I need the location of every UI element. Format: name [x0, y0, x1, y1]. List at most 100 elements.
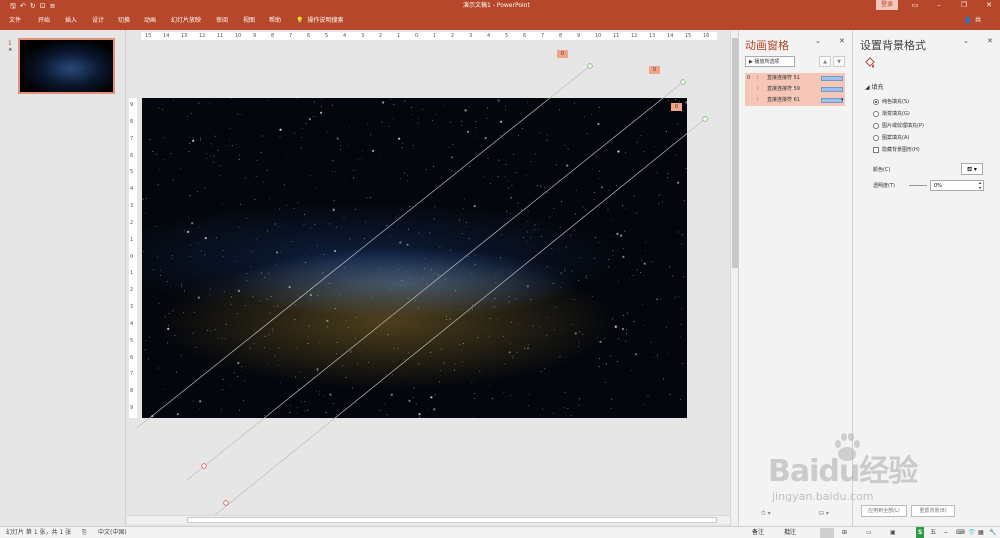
ribbon-display-icon[interactable]: ▭ — [906, 0, 924, 11]
transparency-input[interactable]: 0% ▴ ▾ — [930, 180, 984, 191]
transparency-slider[interactable] — [909, 185, 927, 186]
move-down-button[interactable]: ▼ — [833, 56, 845, 67]
hide-background-graphics-option[interactable]: 隐藏背景图形(H) — [873, 146, 920, 153]
ime-icon[interactable]: S — [916, 527, 925, 538]
tab-slideshow[interactable]: 幻灯片放映 — [171, 12, 201, 30]
connector-handle-start[interactable] — [702, 116, 708, 122]
radio-button[interactable] — [873, 122, 879, 129]
language-indicator[interactable]: 中文(中国) — [98, 527, 127, 538]
star — [237, 313, 239, 315]
animation-order-tag[interactable]: 0 — [649, 66, 660, 74]
connector-handle-end[interactable] — [201, 463, 207, 469]
tab-home[interactable]: 开始 — [38, 12, 50, 30]
play-selected-button[interactable]: ▶ 播放所选项 — [745, 56, 795, 67]
radio-button[interactable] — [873, 110, 879, 117]
star — [544, 368, 546, 370]
ruler-tick-label: 11 — [217, 33, 224, 39]
vertical-scrollbar[interactable] — [730, 30, 738, 526]
tab-view[interactable]: 视图 — [243, 12, 255, 30]
star — [512, 357, 514, 359]
tab-help[interactable]: 帮助 — [269, 12, 281, 30]
start-from-beginning-icon[interactable]: ⊡ — [40, 1, 46, 11]
timeline-zoom-icon[interactable]: ⊟ ▾ — [819, 510, 829, 517]
animation-item[interactable]: 0 ⁞ 直接连接符 51 — [745, 73, 845, 84]
star — [176, 413, 179, 416]
tab-review[interactable]: 审阅 — [216, 12, 228, 30]
solid-fill-option[interactable]: 纯色填充(S) — [873, 98, 909, 105]
star — [229, 385, 231, 387]
slideshow-icon[interactable]: ▣ — [890, 527, 896, 538]
tab-animations[interactable]: 动画 — [144, 12, 156, 30]
star — [613, 235, 615, 237]
star — [393, 361, 395, 363]
animation-item[interactable]: ⁞ 直接连接符 61 ▾ — [745, 95, 845, 106]
star — [284, 184, 286, 186]
horizontal-scrollbar[interactable] — [127, 515, 730, 524]
tab-insert[interactable]: 插入 — [65, 12, 77, 30]
radio-button[interactable] — [873, 98, 879, 105]
picture-fill-option[interactable]: 图片或纹理填充(P) — [873, 122, 924, 129]
star — [681, 362, 683, 364]
spinner-icon[interactable]: ▴ ▾ — [979, 180, 981, 190]
close-icon[interactable]: ✕ — [839, 37, 845, 45]
star — [181, 283, 182, 285]
tell-me-search[interactable]: 💡 操作说明搜索 — [296, 12, 344, 30]
star — [619, 234, 623, 237]
star — [145, 212, 147, 214]
tab-file[interactable]: 文件 — [9, 12, 21, 30]
tab-transitions[interactable]: 切换 — [118, 12, 130, 30]
minimize-icon[interactable]: – — [930, 0, 948, 11]
star — [244, 177, 246, 179]
ime-punctuation-icon[interactable]: ⌣ — [944, 527, 948, 538]
close-icon[interactable]: ✕ — [980, 0, 998, 11]
star — [559, 287, 561, 289]
ime-mode-icon[interactable]: 五 — [930, 527, 936, 538]
animation-order-tag[interactable]: 0 — [557, 50, 568, 58]
ruler-tick-label: 3 — [130, 203, 134, 210]
tab-design[interactable]: 设计 — [92, 12, 104, 30]
redo-icon[interactable]: ↻ — [30, 1, 36, 11]
connector-handle-end[interactable] — [223, 500, 229, 506]
ime-toolbox-icon[interactable]: ▦ — [978, 527, 984, 538]
reset-background-button[interactable]: 重置背景(B) — [911, 505, 955, 517]
gradient-fill-option[interactable]: 渐变填充(G) — [873, 110, 910, 117]
pane-options-icon[interactable]: ⌄ — [815, 37, 821, 45]
star — [643, 274, 645, 276]
login-button[interactable]: 登录 — [876, 0, 898, 10]
undo-icon[interactable]: ↶ — [20, 1, 26, 11]
apply-to-all-button[interactable]: 应用到全部(L) — [861, 505, 907, 517]
timing-icon[interactable]: ⏱ ▾ — [761, 510, 771, 518]
radio-button[interactable] — [873, 134, 879, 141]
star — [399, 241, 402, 244]
reading-view-icon[interactable]: ▭ — [866, 527, 872, 538]
color-dropdown[interactable]: ⛾ ▾ — [961, 163, 983, 175]
slide-canvas[interactable] — [142, 98, 687, 418]
ruler-tick-label: 15 — [145, 33, 152, 39]
animation-order-tag[interactable]: 0 — [671, 103, 682, 111]
ime-skin-icon[interactable]: 👕 — [968, 527, 975, 538]
slide-thumbnail-1[interactable] — [18, 38, 115, 94]
customize-icon[interactable]: ≡ — [50, 1, 56, 11]
connector-handle-start[interactable] — [587, 63, 593, 69]
move-up-button[interactable]: ▲ — [819, 56, 831, 67]
star — [645, 241, 647, 243]
restore-icon[interactable]: ❐ — [955, 0, 973, 11]
dropdown-arrow-icon[interactable]: ▾ — [841, 95, 844, 106]
pane-options-icon[interactable]: ⌄ — [963, 37, 969, 45]
settings-wrench-icon[interactable]: 🔧 — [989, 527, 996, 538]
spellcheck-icon[interactable]: ⎘ — [82, 527, 87, 538]
paint-bucket-icon[interactable] — [863, 56, 877, 70]
connector-handle-start[interactable] — [680, 79, 686, 85]
close-icon[interactable]: ✕ — [987, 37, 993, 45]
animation-item[interactable]: ⁞ 直接连接符 59 — [745, 84, 845, 95]
keyboard-icon[interactable]: ⌨ — [956, 527, 965, 538]
save-icon[interactable]: 🖫 — [10, 1, 16, 11]
scrollbar-thumb[interactable] — [187, 517, 717, 523]
star — [340, 149, 342, 150]
star — [224, 144, 226, 146]
normal-view-icon[interactable] — [820, 528, 834, 538]
checkbox[interactable] — [873, 146, 879, 153]
pattern-fill-option[interactable]: 图案填充(A) — [873, 134, 909, 141]
fill-section-header[interactable]: ◢ 填充 — [865, 82, 884, 91]
slide-sorter-icon[interactable]: ⊞ — [842, 527, 847, 538]
